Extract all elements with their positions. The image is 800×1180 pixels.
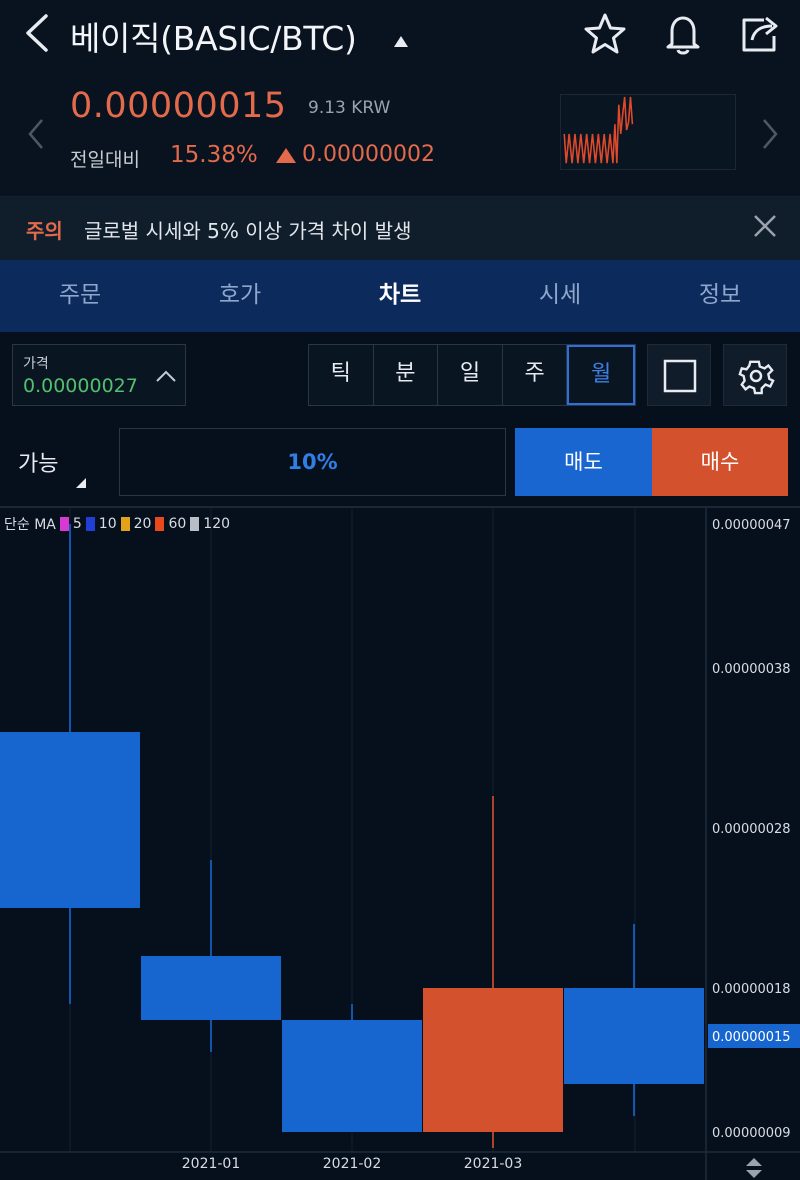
x-tick-label: 2021-01: [182, 1156, 241, 1172]
chart-controls: 가격 0.00000027 틱 분 일 주 월 가능 10% 매도 매수: [0, 332, 800, 506]
price-summary: 0.00000015 9.13 KRW 전일대비 15.38% 0.000000…: [0, 68, 800, 196]
period-minute[interactable]: 분: [373, 345, 439, 405]
scroll-down-icon: [746, 1170, 762, 1178]
up-triangle-icon: [276, 148, 296, 163]
prev-arrow-icon[interactable]: [26, 116, 48, 152]
main-tabs: 주문 호가 차트 시세 정보: [0, 260, 800, 332]
candle-body: [0, 732, 140, 908]
period-day[interactable]: 일: [438, 345, 503, 405]
candle-body: [141, 956, 281, 1020]
star-icon[interactable]: [583, 12, 627, 56]
close-icon[interactable]: [750, 211, 780, 241]
price-selector[interactable]: 가격 0.00000027: [12, 344, 186, 406]
available-dropdown-icon[interactable]: [76, 478, 86, 488]
ma-legend: 단순 MA 5 10 20 60 120: [4, 514, 230, 534]
ma5-swatch: [59, 517, 69, 531]
period-selector: 틱 분 일 주 월: [308, 344, 636, 406]
percent-selector[interactable]: 10%: [119, 428, 506, 496]
market-title[interactable]: 베이직(BASIC/BTC): [70, 12, 357, 60]
y-tick-label: 0.00000028: [712, 822, 791, 837]
settings-button[interactable]: [723, 344, 787, 406]
candle-body: [423, 988, 563, 1132]
tab-order[interactable]: 주문: [0, 260, 160, 332]
x-tick-label: 2021-03: [464, 1156, 523, 1172]
candle-body: [564, 988, 704, 1084]
candlestick-chart[interactable]: 단순 MA 5 10 20 60 120 0.00000047 0.0000003…: [0, 506, 800, 1180]
back-chevron-icon[interactable]: [18, 10, 58, 56]
available-label[interactable]: 가능: [18, 446, 58, 478]
current-price-label: 0.00000015: [712, 1030, 791, 1045]
price-selector-value: 0.00000027: [23, 375, 138, 397]
period-week[interactable]: 주: [502, 345, 568, 405]
buy-button[interactable]: 매수: [652, 428, 788, 496]
tab-info[interactable]: 정보: [640, 260, 800, 332]
top-bar: 베이직(BASIC/BTC): [0, 0, 800, 68]
tab-chart[interactable]: 차트: [320, 260, 480, 332]
price-selector-label: 가격: [23, 356, 49, 372]
y-tick-label: 0.00000018: [712, 982, 791, 997]
ma5-label: 5: [72, 516, 82, 532]
tab-market-price[interactable]: 시세: [480, 260, 640, 332]
next-arrow-icon[interactable]: [758, 116, 780, 152]
sparkline-chart[interactable]: [560, 94, 736, 170]
current-price: 0.00000015: [70, 86, 287, 126]
ma20-label: 20: [133, 516, 152, 532]
tab-orderbook[interactable]: 호가: [160, 260, 320, 332]
square-icon: [663, 359, 697, 393]
y-tick-label: 0.00000038: [712, 662, 791, 677]
krw-price: 9.13 KRW: [308, 98, 391, 118]
warning-text: 글로벌 시세와 5% 이상 가격 차이 발생: [84, 219, 412, 243]
period-month[interactable]: 월: [567, 345, 635, 405]
ma10-label: 10: [98, 516, 117, 532]
ma20-swatch: [120, 517, 130, 531]
warning-banner: 주의 글로벌 시세와 5% 이상 가격 차이 발생: [0, 196, 800, 260]
change-percent: 15.38%: [170, 142, 258, 168]
ma60-swatch: [155, 517, 165, 531]
candle-body: [282, 1020, 422, 1132]
chart-canvas[interactable]: 0.00000047 0.00000038 0.00000028 0.00000018…: [0, 508, 800, 1180]
market-dropdown-icon[interactable]: [394, 36, 408, 47]
period-tick[interactable]: 틱: [309, 345, 374, 405]
gear-icon: [738, 360, 775, 395]
bell-icon[interactable]: [661, 12, 705, 56]
chevron-up-icon: [156, 370, 176, 382]
x-tick-label: 2021-02: [323, 1156, 382, 1172]
change-label: 전일대비: [70, 149, 140, 171]
ma-legend-prefix: 단순 MA: [4, 517, 56, 533]
share-icon[interactable]: [738, 12, 782, 56]
scroll-up-icon: [746, 1158, 762, 1166]
change-amount: 0.00000002: [302, 142, 435, 167]
ma120-swatch: [190, 517, 200, 531]
y-tick-label: 0.00000009: [712, 1126, 791, 1141]
fullscreen-button[interactable]: [647, 344, 711, 406]
sell-button[interactable]: 매도: [515, 428, 652, 496]
y-tick-label: 0.00000047: [712, 518, 791, 533]
ma60-label: 60: [168, 516, 187, 532]
ma120-label: 120: [203, 516, 231, 532]
warning-tag: 주의: [26, 219, 63, 243]
ma10-swatch: [85, 517, 95, 531]
